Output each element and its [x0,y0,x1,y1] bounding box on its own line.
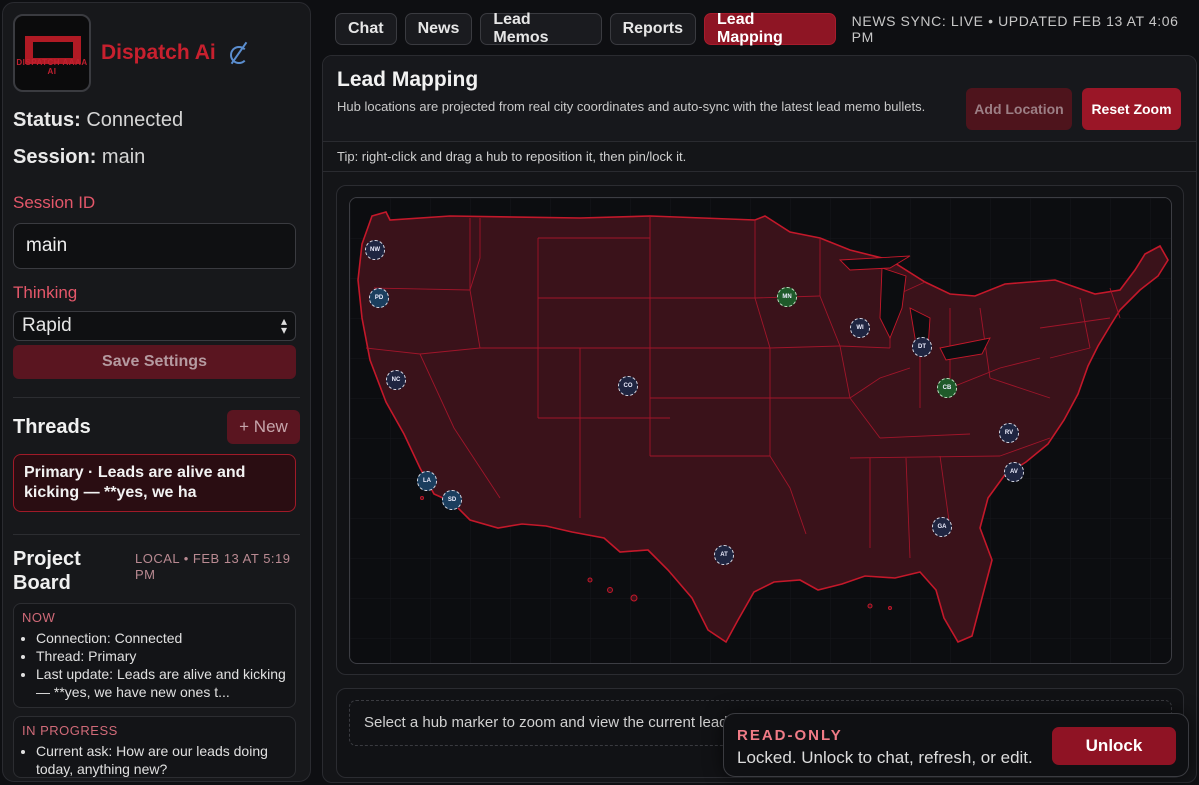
thinking-select[interactable]: Rapid ▴ ▾ [13,311,296,341]
threads-header: Threads + New [13,410,300,444]
project-board-meta: LOCAL • FEB 13 AT 5:19 PM [135,551,291,582]
hub-marker[interactable]: AV [1004,462,1024,482]
tab-chat[interactable]: Chat [335,13,397,45]
chevron-updown-icon: ▴ ▾ [280,314,287,337]
hub-marker[interactable]: NC [386,370,406,390]
session-label: Session: [13,146,97,168]
map-container: NW PD NC CO LA SD MN WI DT CB RV AV GA A… [336,185,1184,675]
brand: DISPATCH AAAA AI Dispatch Ai [13,13,300,93]
edit-icon[interactable] [226,40,252,66]
status-value: Connected [86,109,184,131]
board-card-title: NOW [22,610,56,625]
thinking-value: Rapid [22,315,72,336]
hub-marker[interactable]: RV [999,423,1019,443]
reset-zoom-button[interactable]: Reset Zoom [1082,88,1181,130]
threads-title: Threads [13,415,91,438]
panel-header: Lead Mapping Hub locations are projected… [323,56,1196,142]
board-card-in-progress: IN PROGRESS Current ask: How are our lea… [13,716,296,778]
sidebar: DISPATCH AAAA AI Dispatch Ai Status: Con… [2,2,311,782]
thinking-label: Thinking [13,283,78,302]
board-card-title: IN PROGRESS [22,723,118,738]
divider [13,397,300,398]
board-card-list: Connection: Connected Thread: Primary La… [22,629,287,701]
hub-marker[interactable]: CB [937,378,957,398]
unlock-button[interactable]: Unlock [1052,727,1176,765]
status-line: Status: Connected [13,109,300,132]
project-board-title: Project Board [13,548,81,594]
save-settings-button[interactable]: Save Settings [13,345,296,379]
tab-news[interactable]: News [404,13,473,45]
app-root: DISPATCH AAAA AI Dispatch Ai Status: Con… [0,0,1199,785]
tab-lead-memos[interactable]: Lead Memos [480,11,602,46]
hub-marker[interactable]: GA [932,517,952,537]
hub-marker[interactable]: CO [618,376,638,396]
hub-marker[interactable]: MN [777,287,797,307]
lead-mapping-panel: Lead Mapping Hub locations are projected… [322,55,1197,783]
list-item: Thread: Primary [36,647,287,665]
project-board-header: Project Board LOCAL • FEB 13 AT 5:19 PM [13,547,300,595]
board-card-list: Current ask: How are our leads doing tod… [22,742,287,777]
page-title: Lead Mapping [337,68,479,91]
new-thread-button[interactable]: + New [227,410,300,444]
add-location-button[interactable]: Add Location [966,88,1072,130]
list-item: Connection: Connected [36,629,287,647]
page-description: Hub locations are projected from real ci… [337,99,926,114]
tab-lead-mapping[interactable]: Lead Mapping [704,11,836,46]
top-nav: Chat News Lead Memos Reports Lead Mappin… [335,11,1199,46]
brand-name: Dispatch Ai [101,41,216,64]
list-item: Last update: Leads are alive and kicking… [36,665,287,701]
tip-text: Tip: right-click and drag a hub to repos… [323,142,1196,172]
us-map[interactable]: NW PD NC CO LA SD MN WI DT CB RV AV GA A… [349,197,1172,664]
hub-marker[interactable]: DT [912,337,932,357]
list-item: Current ask: How are our leads doing tod… [36,742,287,777]
readonly-message: Locked. Unlock to chat, refresh, or edit… [737,748,1033,767]
readonly-banner: READ-ONLY Locked. Unlock to chat, refres… [723,713,1189,777]
divider [13,534,300,535]
session-id-input[interactable] [13,223,296,269]
session-value: main [101,146,146,168]
sync-status: NEWS SYNC: LIVE • UPDATED FEB 13 AT 4:06… [851,13,1179,45]
tab-reports[interactable]: Reports [609,13,697,45]
readonly-title: READ-ONLY [737,727,843,744]
session-id-label: Session ID [13,193,96,212]
session-line: Session: main [13,146,300,169]
us-map-svg [350,198,1171,663]
hub-marker[interactable]: AT [714,545,734,565]
hub-marker[interactable]: NW [365,240,385,260]
hub-marker[interactable]: PD [369,288,389,308]
hub-marker[interactable]: LA [417,471,437,491]
hub-marker[interactable]: WI [850,318,870,338]
status-label: Status: [13,109,81,131]
logo-text: DISPATCH AAAA AI [16,58,88,76]
app-logo: DISPATCH AAAA AI [13,14,91,92]
hub-marker[interactable]: SD [442,490,462,510]
thread-item[interactable]: Primary · Leads are alive and kicking — … [13,454,296,512]
board-card-now: NOW Connection: Connected Thread: Primar… [13,603,296,708]
